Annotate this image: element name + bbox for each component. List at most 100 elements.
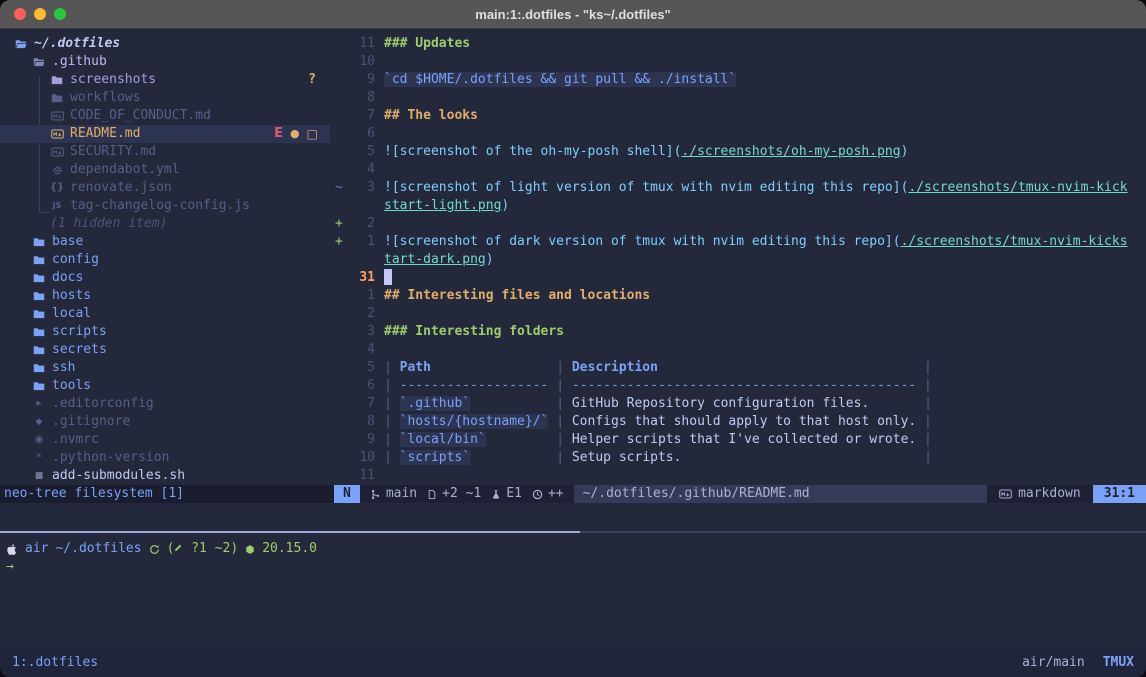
text-segment-plain	[681, 450, 916, 465]
tree-item[interactable]: base	[0, 233, 330, 251]
editor-line[interactable]: 8| `hosts/{hostname}/` | Configs that sh…	[330, 413, 1146, 431]
editor-line[interactable]: 2	[330, 305, 1146, 323]
line-text: | `local/bin` | Helper scripts that I've…	[375, 431, 932, 449]
line-text	[375, 341, 384, 359]
editor-line[interactable]: 5![screenshot of the oh-my-posh shell](.…	[330, 143, 1146, 161]
editor-line[interactable]: 4	[330, 341, 1146, 359]
tree-item-label: config	[52, 251, 99, 269]
tree-item[interactable]: CODE_OF_CONDUCT.md	[0, 107, 330, 125]
window-title: main:1:.dotfiles - "ks~/.dotfiles"	[475, 7, 670, 22]
line-number: 2	[349, 305, 375, 323]
minimize-button[interactable]	[34, 8, 46, 20]
editor-line[interactable]: 8	[330, 89, 1146, 107]
editor-line[interactable]: 11	[330, 467, 1146, 485]
file-status-flags: E●□	[274, 125, 318, 143]
shell-prompt: air ~/.dotfiles ( ?1 ~2) 20.15.0	[6, 540, 1146, 558]
gutter-sign	[330, 35, 349, 53]
tree-item[interactable]: local	[0, 305, 330, 323]
diagnostic-counts: E1	[506, 485, 522, 503]
titlebar[interactable]: main:1:.dotfiles - "ks~/.dotfiles"	[0, 0, 1146, 29]
tree-item[interactable]: SECURITY.md	[0, 143, 330, 161]
line-number: 4	[349, 161, 375, 179]
tree-item[interactable]: config	[0, 251, 330, 269]
line-number: 9	[349, 431, 375, 449]
tree-item[interactable]: {}renovate.json	[0, 179, 330, 197]
tree-item[interactable]: ◉.nvmrc	[0, 431, 330, 449]
tree-item[interactable]: .github	[0, 53, 330, 71]
close-button[interactable]	[14, 8, 26, 20]
editor-line[interactable]: tart-dark.png)	[330, 251, 1146, 269]
tree-item[interactable]: dependabot.yml	[0, 161, 330, 179]
unknown-status-badge: ?	[308, 71, 316, 89]
apple-icon	[6, 543, 18, 556]
tree-item[interactable]: tools	[0, 377, 330, 395]
editor-line[interactable]: 9`cd $HOME/.dotfiles && git pull && ./in…	[330, 71, 1146, 89]
editor-line[interactable]: +1![screenshot of dark version of tmux w…	[330, 233, 1146, 251]
editor-line[interactable]: 4	[330, 161, 1146, 179]
tmux-status-bar: 1:.dotfiles air/main TMUX	[0, 648, 1146, 677]
tree-item-label: ~/.dotfiles	[34, 35, 120, 53]
tree-item[interactable]: ◆.gitignore	[0, 413, 330, 431]
editor-line[interactable]: start-light.png)	[330, 197, 1146, 215]
tree-item[interactable]: hosts	[0, 287, 330, 305]
tmux-label: TMUX	[1103, 654, 1134, 672]
text-segment-plain	[486, 432, 549, 447]
tree-item[interactable]: workflows	[0, 89, 330, 107]
text-segment-pipe: |	[916, 414, 932, 429]
tree-item[interactable]: secrets	[0, 341, 330, 359]
shell-pane[interactable]: air ~/.dotfiles ( ?1 ~2) 20.15.0 →	[0, 533, 1146, 648]
tree-item[interactable]: JStag-changelog-config.js	[0, 197, 330, 215]
folder-icon	[50, 92, 64, 104]
text-segment-pipe: |	[548, 360, 571, 375]
editor-line[interactable]: 6	[330, 125, 1146, 143]
pencil-icon	[174, 543, 183, 552]
tmux-pane-divider[interactable]	[0, 531, 1146, 533]
line-text	[375, 305, 384, 323]
editor-line[interactable]: 31	[330, 269, 1146, 287]
tree-item[interactable]: ▸.editorconfig	[0, 395, 330, 413]
editor-line[interactable]: 7## The looks	[330, 107, 1146, 125]
gutter-sign	[330, 251, 349, 269]
gutter-sign: +	[330, 215, 349, 233]
tree-item-label: local	[52, 305, 91, 323]
line-number: 31	[349, 269, 375, 287]
gutter-sign	[330, 287, 349, 305]
terminal-window: main:1:.dotfiles - "ks~/.dotfiles" ~/.do…	[0, 0, 1146, 677]
tree-item-label: ssh	[52, 359, 75, 377]
editor-line[interactable]: 11### Updates	[330, 35, 1146, 53]
gutter-sign	[330, 431, 349, 449]
editor-line[interactable]: 6| ------------------- | ---------------…	[330, 377, 1146, 395]
line-number: 1	[349, 233, 375, 251]
tree-item[interactable]: scripts	[0, 323, 330, 341]
editor-line[interactable]: ~3![screenshot of light version of tmux …	[330, 179, 1146, 197]
editor-line[interactable]: 7| `.github` | GitHub Repository configu…	[330, 395, 1146, 413]
editor-line[interactable]: 1## Interesting files and locations	[330, 287, 1146, 305]
editor-line[interactable]: 10| `scripts` | Setup scripts. |	[330, 449, 1146, 467]
line-number: 5	[349, 359, 375, 377]
tree-item[interactable]: ssh	[0, 359, 330, 377]
gutter-sign	[330, 125, 349, 143]
editor-pane[interactable]: 11### Updates109`cd $HOME/.dotfiles && g…	[330, 35, 1146, 485]
tree-item[interactable]: docs	[0, 269, 330, 287]
tree-item-label: add-submodules.sh	[52, 467, 185, 485]
editor-line[interactable]: 3### Interesting folders	[330, 323, 1146, 341]
shell-input-line[interactable]: →	[6, 558, 1146, 576]
gutter-sign	[330, 323, 349, 341]
tree-item[interactable]: (1 hidden item)	[0, 215, 330, 233]
editor-line[interactable]: 10	[330, 53, 1146, 71]
line-text: | `.github` | GitHub Repository configur…	[375, 395, 932, 413]
diamond-icon: ◆	[32, 413, 46, 431]
editor-line[interactable]: +2	[330, 215, 1146, 233]
tree-item[interactable]: README.mdE●□	[0, 125, 330, 143]
text-segment-codespan: `cd $HOME/.dotfiles && git pull && ./ins…	[384, 72, 736, 87]
zoom-button[interactable]	[54, 8, 66, 20]
tree-item[interactable]: ~/.dotfiles	[0, 35, 330, 53]
line-number: 10	[349, 449, 375, 467]
editor-line[interactable]: 5| Path | Description |	[330, 359, 1146, 377]
text-segment-th: Path	[400, 360, 431, 375]
tree-item[interactable]: *.python-version	[0, 449, 330, 467]
editor-line[interactable]: 9| `local/bin` | Helper scripts that I'v…	[330, 431, 1146, 449]
tmux-window-item[interactable]: 1:.dotfiles	[12, 654, 98, 672]
tree-item[interactable]: ■add-submodules.sh	[0, 467, 330, 485]
tree-item[interactable]: screenshots?	[0, 71, 330, 89]
